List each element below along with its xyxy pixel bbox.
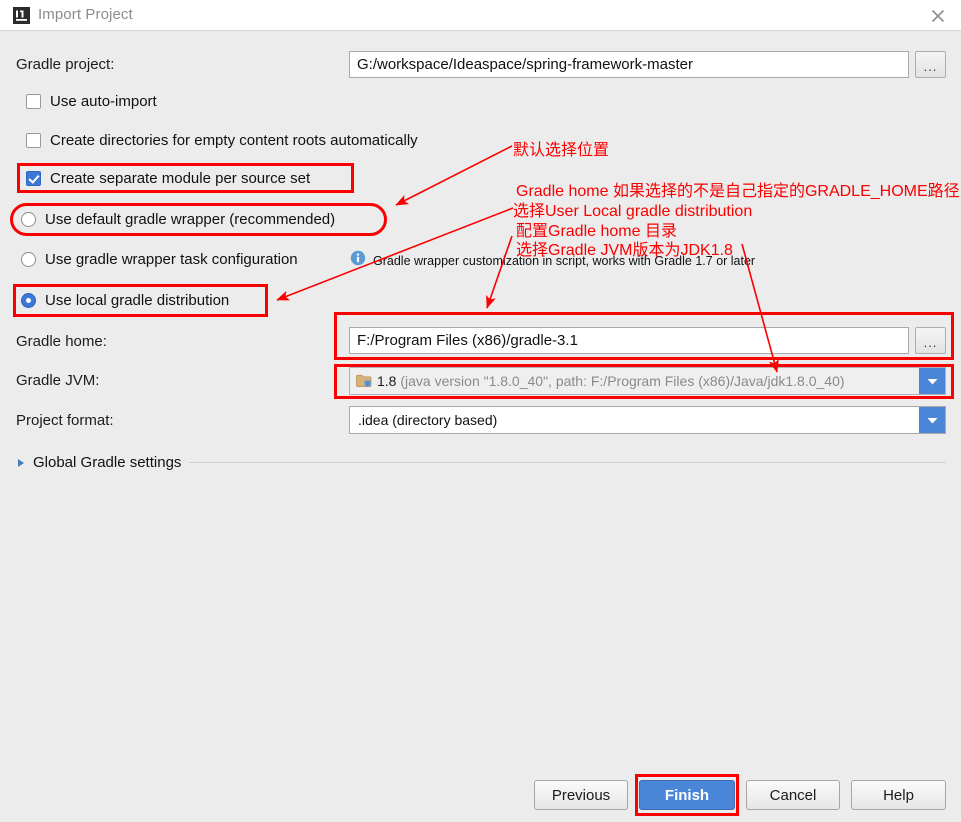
title-bar: Import Project [0,0,961,31]
gradle-home-label: Gradle home: [16,333,107,350]
checkbox-label: Use auto-import [50,93,157,110]
gradle-project-input[interactable]: G:/workspace/Ideaspace/spring-framework-… [349,51,909,78]
radio-label: Use gradle wrapper task configuration [45,251,298,268]
close-icon[interactable] [915,0,961,31]
checkbox-use-auto-import[interactable]: Use auto-import [26,93,157,110]
annotation-box-gradle-home [334,312,954,360]
annotation-box-gradle-jvm [334,364,954,399]
checkbox-box [26,94,41,109]
global-gradle-settings-label: Global Gradle settings [33,454,182,471]
chevron-down-icon[interactable] [919,407,945,433]
annotation-note-4: 选择Gradle JVM版本为JDK1.8 [516,242,733,259]
intellij-idea-icon [13,7,30,24]
project-format-value: .idea (directory based) [358,412,498,428]
triangle-right-icon [18,458,24,467]
radio-use-gradle-wrapper-task-config[interactable]: Use gradle wrapper task configuration [21,251,298,268]
project-format-label: Project format: [16,412,114,429]
checkbox-box [26,133,41,148]
gradle-jvm-label: Gradle JVM: [16,372,100,389]
checkbox-create-directories[interactable]: Create directories for empty content roo… [26,132,418,149]
section-divider [189,462,946,463]
previous-button[interactable]: Previous [534,780,628,810]
gradle-project-browse-button[interactable]: ... [915,51,946,78]
annotation-box-local-gradle-distribution [13,284,268,317]
project-format-dropdown[interactable]: .idea (directory based) [349,406,946,434]
annotation-box-finish [635,774,739,816]
checkbox-label: Create directories for empty content roo… [50,132,418,149]
help-button[interactable]: Help [851,780,946,810]
cancel-button[interactable]: Cancel [746,780,840,810]
import-project-dialog: Import Project Gradle project: G:/worksp… [0,0,961,822]
annotation-box-create-separate-module [17,163,354,193]
gradle-project-label: Gradle project: [16,56,115,73]
annotation-note-0: 默认选择位置 [513,142,610,159]
info-icon [350,250,366,271]
window-title: Import Project [38,6,133,23]
global-gradle-settings-toggle[interactable]: Global Gradle settings [18,454,181,471]
annotation-box-default-gradle-wrapper [10,203,387,236]
radio-circle [21,252,36,267]
